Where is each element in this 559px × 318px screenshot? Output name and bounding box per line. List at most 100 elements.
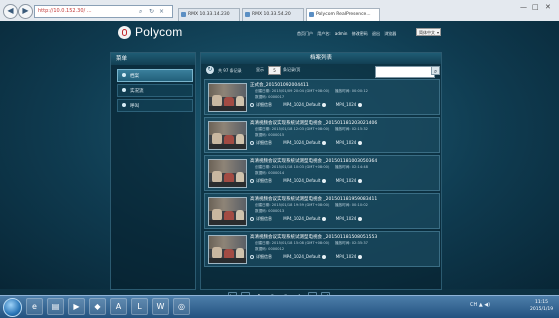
pdf-icon[interactable]: A <box>110 298 127 315</box>
logout-link[interactable]: 退出 <box>372 31 380 36</box>
archive-record[interactable]: 高清视频会议实现系统试测型电视会 _201501181203021406 创建日… <box>204 117 440 153</box>
record-title[interactable]: 高清视频会议实现系统试测型电视会 _201501181203021406 <box>250 120 377 126</box>
details-link[interactable]: 详细信息 <box>256 254 272 259</box>
record-title[interactable]: 正式会_201501092004411 <box>250 82 309 88</box>
format-link[interactable]: MP4_1024 <box>336 178 357 183</box>
clock-date: 2015/1/19 <box>530 307 554 312</box>
format-link-default[interactable]: MP4_1024_Default <box>283 254 320 259</box>
record-thumbnail[interactable] <box>208 235 247 264</box>
browser-icon[interactable]: ◎ <box>173 298 190 315</box>
record-actions: 详细信息 MP4_1024_Default MP4_1024 <box>250 254 370 260</box>
address-url: http://10.0.152.30/ ... <box>38 8 92 14</box>
play-icon[interactable] <box>358 103 363 107</box>
format-link[interactable]: MP4_1024 <box>336 216 357 221</box>
app-icon[interactable]: ◆ <box>89 298 106 315</box>
search-icon[interactable]: ⌕ <box>139 8 142 16</box>
record-duration: 播放时间: 02:15:32 <box>335 127 368 131</box>
address-bar[interactable]: http://10.0.152.30/ ... ⌕ ↻ × <box>34 5 173 18</box>
minimize-icon[interactable]: — <box>520 3 527 11</box>
home-link[interactable]: 首页门户 <box>297 31 313 36</box>
format-link[interactable]: MP4_1024 <box>336 140 357 145</box>
app-page: Polycom 首页门户 用户名: admin 修改密码 退出 浏览器 简体中文… <box>0 21 559 290</box>
close-icon[interactable]: × <box>159 8 164 15</box>
play-icon[interactable] <box>358 179 363 183</box>
info-icon <box>250 255 254 259</box>
user-label: 用户名: admin <box>317 31 348 36</box>
record-thumbnail[interactable] <box>208 83 247 112</box>
sidebar-item-call[interactable]: 呼叫 <box>117 99 193 112</box>
close-window-icon[interactable]: ✕ <box>545 3 551 11</box>
format-link-default[interactable]: MP4_1024_Default <box>283 178 320 183</box>
info-icon <box>250 141 254 145</box>
forward-icon[interactable]: ▶ <box>18 4 33 19</box>
archive-list-panel: 档案列表 ↻ 共 97 条记录 显示 5 条记录/页 ⌕ 正式会_2015010… <box>200 52 442 290</box>
record-duration: 播放时间: 00:10:02 <box>335 203 368 207</box>
play-icon[interactable] <box>322 217 327 221</box>
folder-icon[interactable]: ▤ <box>47 298 64 315</box>
sidebar-item-live-stream[interactable]: 实况流 <box>117 84 193 97</box>
details-link[interactable]: 详细信息 <box>256 178 272 183</box>
record-thumbnail[interactable] <box>208 197 247 226</box>
details-link[interactable]: 详细信息 <box>256 140 272 145</box>
archive-record[interactable]: 高清视频会议实现系统试测型电视会 _201501181003050364 创建日… <box>204 155 440 191</box>
details-link[interactable]: 详细信息 <box>256 102 272 107</box>
ie-icon[interactable]: e <box>26 298 43 315</box>
archive-record[interactable]: 正式会_201501092004411 创建日期: 2015/01/09 20:… <box>204 79 440 115</box>
details-link[interactable]: 详细信息 <box>256 216 272 221</box>
back-icon[interactable]: ◀ <box>3 4 18 19</box>
language-select[interactable]: 简体中文 <box>416 28 441 37</box>
search-input[interactable] <box>375 66 435 78</box>
play-icon[interactable] <box>358 141 363 145</box>
record-actions: 详细信息 MP4_1024_Default MP4_1024 <box>250 140 370 146</box>
search-button-icon[interactable]: ⌕ <box>431 66 440 75</box>
format-link[interactable]: MP4_1024 <box>336 254 357 259</box>
word-icon[interactable]: W <box>152 298 169 315</box>
browser-chrome: ◀ ▶ http://10.0.152.30/ ... ⌕ ↻ × RMX 10… <box>0 0 559 22</box>
clock[interactable]: 11:15 2015/1/19 <box>530 299 553 313</box>
record-created: 创建日期: 2015/01/18 15:08 (GMT+08:00) <box>255 241 330 245</box>
info-icon <box>250 179 254 183</box>
record-size: 数据码: 0000015 <box>255 133 285 137</box>
page-size-select[interactable]: 5 <box>268 66 281 75</box>
start-button-icon[interactable] <box>3 298 22 317</box>
lync-icon[interactable]: L <box>131 298 148 315</box>
play-icon[interactable] <box>322 255 327 259</box>
refresh-icon[interactable]: ↻ <box>206 66 214 74</box>
play-icon[interactable] <box>322 103 327 107</box>
record-thumbnail[interactable] <box>208 159 247 188</box>
record-duration: 播放时间: 00:00:12 <box>335 89 368 93</box>
record-duration: 播放时间: 02:35:37 <box>335 241 368 245</box>
change-password-link[interactable]: 修改密码 <box>352 31 368 36</box>
archive-record[interactable]: 高清视频会议实现系统试测型电视会 _201501181508051553 创建日… <box>204 231 440 267</box>
tab-rmx-2[interactable]: RMX 10.33.54.20 <box>242 8 304 21</box>
record-thumbnail[interactable] <box>208 121 247 150</box>
play-icon[interactable] <box>322 141 327 145</box>
refresh-icon[interactable]: ↻ <box>149 8 154 15</box>
record-created: 创建日期: 2015/01/18 12:03 (GMT+08:00) <box>255 127 330 131</box>
system-tray[interactable]: CH ▲ ◀) <box>470 302 490 308</box>
format-link-default[interactable]: MP4_1024_Default <box>283 140 320 145</box>
tab-polycom[interactable]: Polycom RealPresence... <box>306 8 380 21</box>
info-icon <box>250 217 254 221</box>
format-link-default[interactable]: MP4_1024_Default <box>283 102 320 107</box>
play-icon[interactable] <box>322 179 327 183</box>
maximize-icon[interactable]: □ <box>532 3 539 11</box>
sidebar: 菜单 档案 实况流 呼叫 <box>110 52 196 290</box>
record-size: 数据码: 0000014 <box>255 171 285 175</box>
bullet-icon <box>122 88 126 92</box>
play-icon[interactable] <box>358 255 363 259</box>
info-icon <box>250 103 254 107</box>
format-link-default[interactable]: MP4_1024_Default <box>283 216 320 221</box>
tab-rmx-1[interactable]: RMX 10.33.14.230 <box>178 8 240 21</box>
format-link[interactable]: MP4_1024 <box>336 102 357 107</box>
play-icon[interactable] <box>358 217 363 221</box>
record-title[interactable]: 高清视频会议实现系统试测型电视会 _201501181003050364 <box>250 158 377 164</box>
record-title[interactable]: 高清视频会议实现系统试测型电视会 _201501181959083411 <box>250 196 377 202</box>
sidebar-item-archive[interactable]: 档案 <box>117 69 193 82</box>
media-player-icon[interactable]: ▶ <box>68 298 85 315</box>
polycom-logo: Polycom <box>118 25 182 41</box>
record-title[interactable]: 高清视频会议实现系统试测型电视会 _201501181508051553 <box>250 234 377 240</box>
bullet-icon <box>122 103 126 107</box>
list-toolbar: ↻ 共 97 条记录 显示 5 条记录/页 ⌕ <box>206 66 440 78</box>
archive-record[interactable]: 高清视频会议实现系统试测型电视会 _201501181959083411 创建日… <box>204 193 440 229</box>
